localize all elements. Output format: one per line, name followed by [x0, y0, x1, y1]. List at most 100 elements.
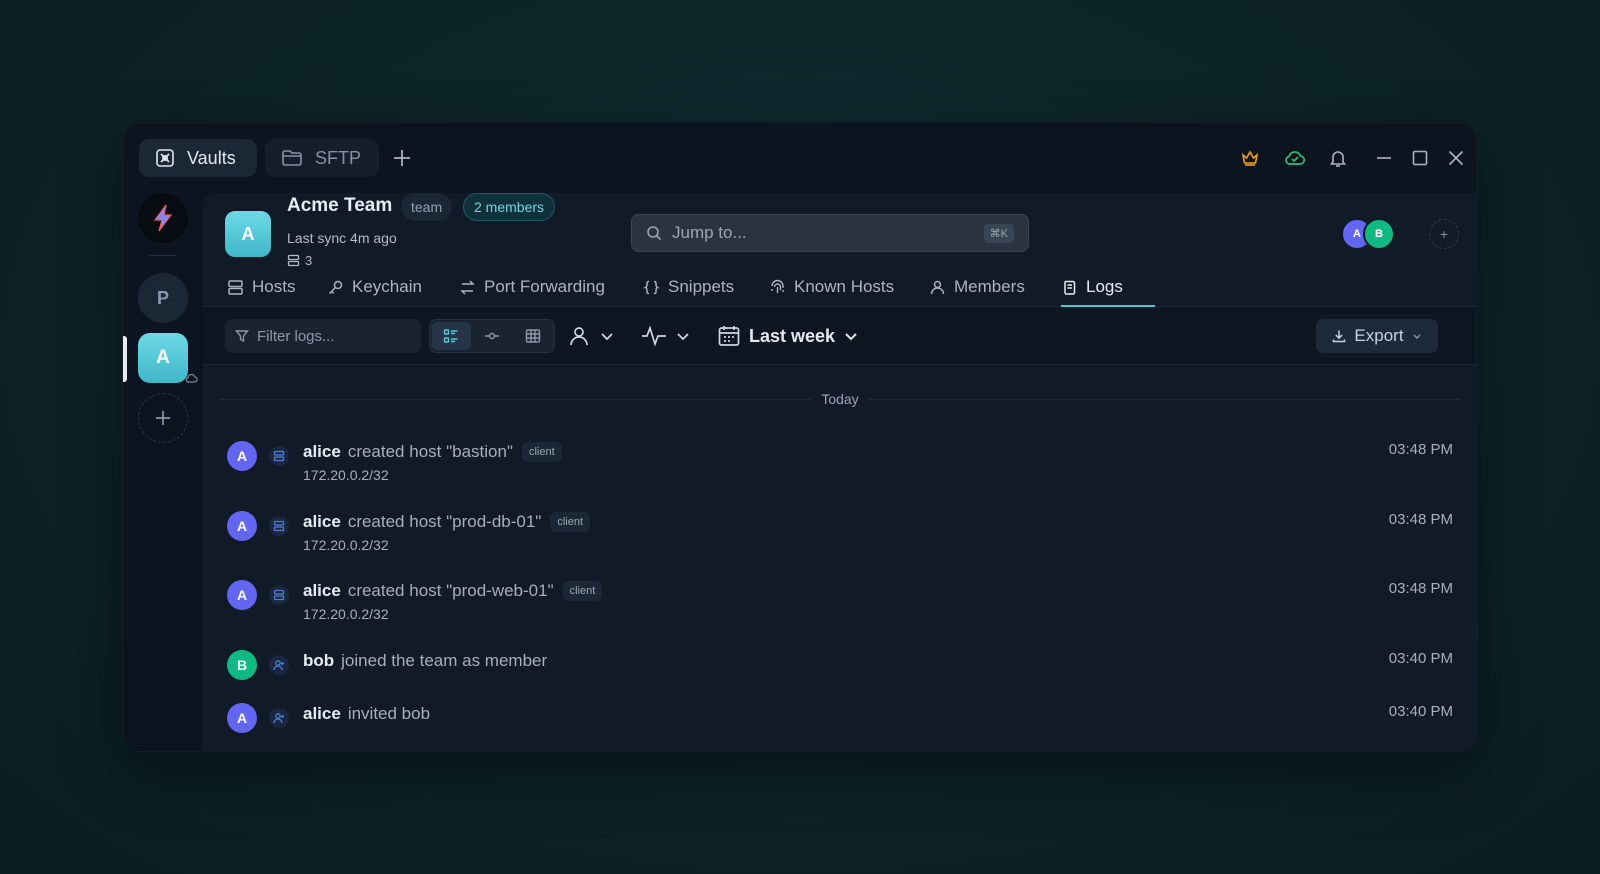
user-icon [567, 324, 591, 348]
server-icon [227, 279, 244, 296]
search-shortcut: ⌘K [983, 223, 1014, 243]
bell-icon[interactable] [1327, 147, 1349, 169]
member-avatar[interactable]: B [1363, 218, 1395, 250]
vault-nav: Hosts Keychain Port Forwarding Snippets … [203, 267, 1477, 307]
user-icon [929, 279, 946, 296]
log-action: joined the team as member [341, 651, 548, 670]
rail-divider [149, 255, 177, 256]
log-entry[interactable]: A alice created host "prod-db-01" client… [203, 509, 1477, 569]
tab-vaults[interactable]: Vaults [139, 139, 257, 177]
table-view-button[interactable] [513, 322, 552, 350]
list-view-button[interactable] [432, 322, 471, 350]
jump-to-search[interactable]: ⌘K [631, 214, 1029, 252]
crown-icon[interactable] [1239, 147, 1261, 169]
tab-port-forwarding[interactable]: Port Forwarding [459, 267, 605, 307]
log-actor: alice [303, 442, 341, 461]
timeline-view-button[interactable] [473, 322, 512, 350]
vault-rail: P A [123, 193, 203, 751]
log-action: created host "bastion" [347, 442, 513, 461]
tab-keychain[interactable]: Keychain [327, 267, 422, 307]
tab-hosts[interactable]: Hosts [227, 267, 295, 307]
add-vault-button[interactable] [138, 393, 188, 443]
key-icon [327, 279, 344, 296]
log-time: 03:40 PM [1388, 650, 1453, 667]
log-summary: bob joined the team as member [303, 648, 547, 674]
chevron-down-icon [1412, 331, 1422, 341]
tab-label: Known Hosts [794, 277, 895, 296]
rail-vault-personal[interactable]: P [138, 273, 188, 323]
filter-logs-input[interactable] [257, 327, 407, 345]
app-logo-icon[interactable] [138, 193, 188, 243]
tab-label: SFTP [315, 147, 362, 168]
cloud-check-icon[interactable] [1283, 147, 1306, 169]
avatar: A [227, 511, 257, 541]
logs-icon [1061, 279, 1078, 296]
maximize-icon[interactable] [1409, 147, 1431, 169]
filter-logs-field[interactable] [225, 319, 421, 353]
log-actor: alice [303, 512, 341, 531]
title-bar: Vaults SFTP [123, 123, 1477, 193]
log-summary: alice created host "bastion" client [303, 439, 562, 465]
user-plus-icon [269, 655, 289, 675]
log-actor: alice [303, 704, 341, 723]
date-range-dropdown[interactable]: Last week [717, 321, 859, 351]
log-detail: 172.20.0.2/32 [303, 537, 389, 553]
log-time: 03:40 PM [1388, 703, 1453, 720]
tab-known-hosts[interactable]: Known Hosts [769, 267, 894, 307]
log-time: 03:48 PM [1388, 441, 1453, 458]
logs-toolbar: Last week Export [203, 307, 1477, 365]
new-tab-button[interactable] [391, 147, 413, 169]
tab-sftp[interactable]: SFTP [265, 139, 379, 177]
source-badge: client [562, 581, 603, 601]
rail-vault-team[interactable]: A [138, 333, 188, 383]
tab-logs[interactable]: Logs [1061, 267, 1123, 307]
add-member-button[interactable]: + [1429, 219, 1459, 249]
tab-snippets[interactable]: Snippets [643, 267, 734, 307]
logs-list: Today A alice created host "bastion" cli… [203, 365, 1477, 751]
tab-members[interactable]: Members [929, 267, 1025, 307]
chevron-down-icon [843, 328, 859, 344]
braces-icon [643, 279, 660, 296]
source-badge: client [521, 442, 562, 462]
last-sync-text: Last sync 4m ago [287, 230, 397, 246]
log-entry[interactable]: A alice invited bob 03:40 PM [203, 701, 1477, 751]
team-name: Acme Team [287, 195, 393, 216]
cloud-icon [185, 373, 198, 383]
log-detail: 172.20.0.2/32 [303, 606, 389, 622]
log-entry[interactable]: B bob joined the team as member 03:40 PM [203, 648, 1477, 708]
search-input[interactable] [672, 223, 974, 243]
search-icon [646, 225, 662, 241]
tab-label: Port Forwarding [484, 277, 605, 296]
members-chip[interactable]: 2 members [463, 193, 556, 221]
tab-label: Keychain [352, 277, 422, 296]
export-label: Export [1354, 326, 1404, 345]
source-badge: client [550, 512, 591, 532]
app-window: Vaults SFTP P A A Acme Team team 2 membe… [122, 122, 1478, 752]
log-summary: alice created host "prod-web-01" client [303, 578, 603, 604]
log-entry[interactable]: A alice created host "bastion" client 17… [203, 439, 1477, 499]
filter-icon [235, 329, 249, 343]
close-icon[interactable] [1445, 147, 1467, 169]
log-summary: alice invited bob [303, 701, 430, 727]
user-filter-dropdown[interactable] [567, 321, 615, 351]
avatar: A [227, 441, 257, 471]
avatar: B [227, 650, 257, 680]
rail-active-indicator [123, 336, 127, 382]
chevron-down-icon [599, 328, 615, 344]
log-entry[interactable]: A alice created host "prod-web-01" clien… [203, 578, 1477, 638]
arrows-icon [459, 279, 476, 296]
log-action: created host "prod-db-01" [347, 512, 542, 531]
log-summary: alice created host "prod-db-01" client [303, 509, 591, 535]
minimize-icon[interactable] [1373, 147, 1395, 169]
download-icon [1332, 329, 1346, 343]
fingerprint-icon [769, 279, 786, 296]
activity-filter-dropdown[interactable] [641, 321, 691, 351]
main-panel: A Acme Team team 2 members Last sync 4m … [203, 193, 1477, 751]
date-range-label: Last week [749, 325, 836, 346]
avatar: A [227, 703, 257, 733]
calendar-icon [717, 324, 741, 348]
export-button[interactable]: Export [1316, 319, 1438, 353]
tab-label: Vaults [187, 147, 236, 168]
vault-icon [155, 148, 175, 168]
server-icon [269, 516, 289, 536]
